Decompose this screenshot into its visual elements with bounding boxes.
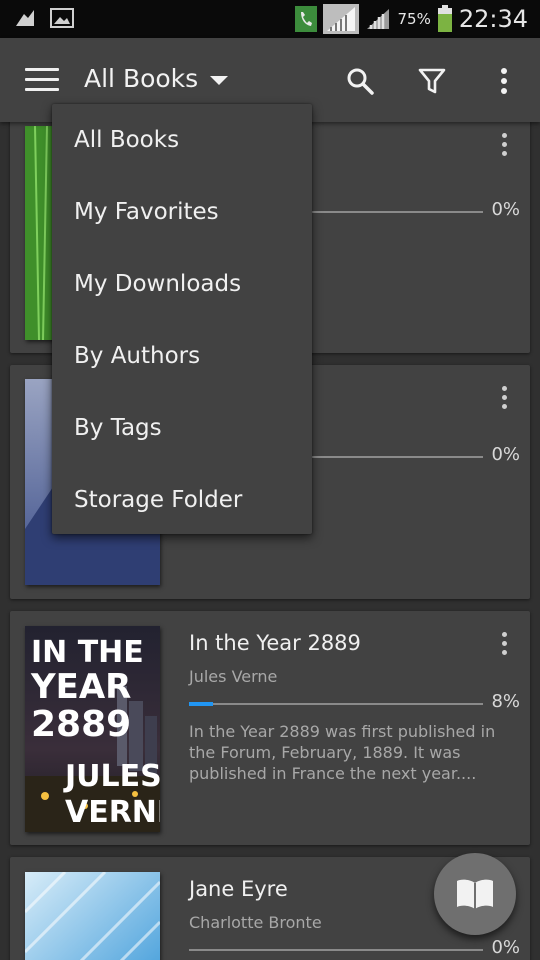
book-author: Charlotte Bronte bbox=[189, 913, 322, 932]
battery-icon bbox=[437, 5, 452, 32]
menu-icon[interactable] bbox=[25, 68, 59, 92]
progress-percent: 0% bbox=[491, 444, 520, 465]
dropdown-item-all-books[interactable]: All Books bbox=[52, 104, 312, 176]
library-view-dropdown: All Books My Favorites My Downloads By A… bbox=[52, 104, 312, 534]
dropdown-item-my-favorites[interactable]: My Favorites bbox=[52, 176, 312, 248]
book-open-icon bbox=[457, 879, 493, 909]
book-card[interactable]: IN THE YEAR 2889 JULES VERNE In the Year… bbox=[10, 611, 530, 845]
svg-text:JULES: JULES bbox=[63, 759, 160, 794]
phone-call-icon bbox=[295, 6, 318, 32]
book-more-icon[interactable] bbox=[492, 629, 516, 657]
progress-bar bbox=[189, 702, 483, 706]
progress-percent: 0% bbox=[491, 199, 520, 220]
dropdown-item-by-tags[interactable]: By Tags bbox=[52, 392, 312, 464]
appbar-title: All Books bbox=[84, 64, 199, 93]
svg-text:IN THE: IN THE bbox=[31, 635, 144, 670]
status-right-icons: 75% 22:34 bbox=[295, 4, 528, 34]
book-cover: IN THE YEAR 2889 JULES VERNE bbox=[25, 626, 160, 832]
svg-text:2889: 2889 bbox=[31, 704, 131, 745]
image-icon bbox=[50, 8, 74, 28]
status-bar: 75% 22:34 bbox=[0, 0, 540, 38]
chevron-down-icon bbox=[210, 75, 229, 85]
dropdown-item-my-downloads[interactable]: My Downloads bbox=[52, 248, 312, 320]
filter-icon[interactable] bbox=[415, 64, 449, 98]
progress-fill bbox=[189, 702, 213, 706]
search-icon[interactable] bbox=[343, 64, 377, 98]
book-more-icon[interactable] bbox=[492, 130, 516, 158]
book-more-icon[interactable] bbox=[492, 383, 516, 411]
dropdown-item-by-authors[interactable]: By Authors bbox=[52, 320, 312, 392]
more-vert-icon[interactable] bbox=[487, 64, 521, 98]
progress-percent: 0% bbox=[491, 937, 520, 958]
svg-text:YEAR: YEAR bbox=[30, 667, 131, 707]
signal-sim1-icon bbox=[323, 4, 360, 34]
battery-percent: 75% bbox=[397, 10, 431, 28]
book-author: Jules Verne bbox=[189, 667, 278, 686]
progress-percent: 8% bbox=[491, 691, 520, 712]
status-time: 22:34 bbox=[458, 5, 528, 33]
book-description: In the Year 2889 was first published in … bbox=[189, 722, 496, 783]
book-cover bbox=[25, 872, 160, 960]
book-title: Jane Eyre bbox=[189, 877, 288, 901]
open-book-fab[interactable] bbox=[434, 853, 516, 935]
library-view-selector[interactable]: All Books bbox=[84, 64, 229, 93]
progress-bar bbox=[189, 949, 483, 951]
book-title: In the Year 2889 bbox=[189, 631, 361, 655]
status-left-icons bbox=[14, 8, 74, 28]
signal-sim2-icon bbox=[367, 9, 390, 29]
dropdown-item-storage-folder[interactable]: Storage Folder bbox=[52, 464, 312, 536]
svg-text:VERNE: VERNE bbox=[65, 795, 160, 830]
usb-debug-icon bbox=[16, 10, 34, 26]
